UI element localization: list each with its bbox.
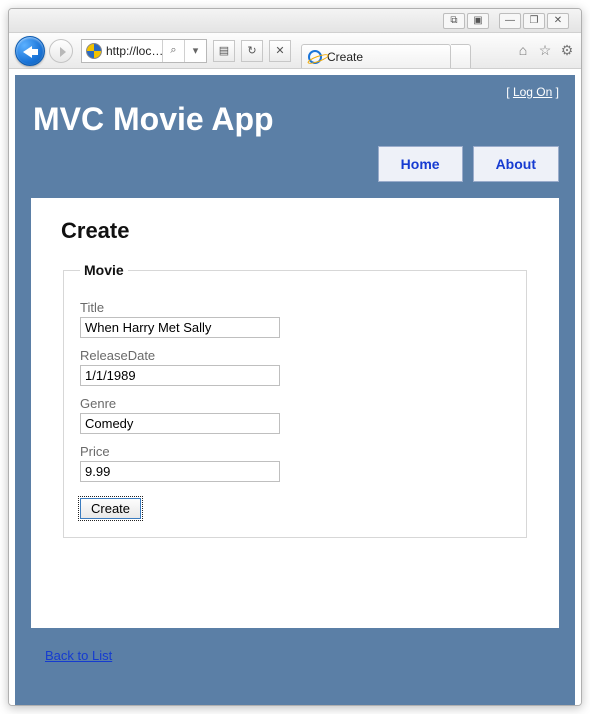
input-genre[interactable] — [80, 413, 280, 434]
address-text[interactable]: http://loc… — [106, 44, 162, 58]
close-window-button[interactable]: ✕ — [547, 13, 569, 29]
browser-window: ⧉ ▣ — ❐ ✕ http://loc… ⌕ ▾ ▤ ↻ ✕ Create — [8, 8, 582, 706]
menu-about[interactable]: About — [473, 146, 559, 182]
label-price: Price — [80, 444, 510, 459]
pin-button[interactable]: ▣ — [467, 13, 489, 29]
label-genre: Genre — [80, 396, 510, 411]
tab-overview-button[interactable]: ⧉ — [443, 13, 465, 29]
address-bar[interactable]: http://loc… ⌕ ▾ — [81, 39, 207, 63]
bracket-close: ] — [556, 85, 559, 99]
refresh-button[interactable]: ↻ — [241, 40, 263, 62]
stop-button[interactable]: ✕ — [269, 40, 291, 62]
address-dropdown[interactable]: ▾ — [184, 40, 206, 62]
content-card: Create Movie Title ReleaseDate Genre Pri… — [31, 198, 559, 628]
browser-toolbar: http://loc… ⌕ ▾ ▤ ↻ ✕ Create ⌂ ☆ ⚙ — [9, 33, 581, 69]
new-tab-button[interactable] — [451, 44, 471, 68]
tools-icon[interactable]: ⚙ — [559, 42, 575, 59]
forward-button[interactable] — [49, 39, 73, 63]
bracket-open: [ — [506, 85, 509, 99]
back-button[interactable] — [15, 36, 45, 66]
client-area: [ Log On ] MVC Movie App Home About Crea… — [9, 69, 581, 705]
label-release-date: ReleaseDate — [80, 348, 510, 363]
logon-row: [ Log On ] — [15, 75, 575, 99]
back-to-list-link[interactable]: Back to List — [45, 648, 112, 663]
create-button[interactable]: Create — [80, 498, 141, 519]
toolbar-icons: ⌂ ☆ ⚙ — [515, 42, 575, 59]
tab-strip: Create — [301, 33, 507, 68]
titlebar: ⧉ ▣ — ❐ ✕ — [9, 9, 581, 33]
label-title: Title — [80, 300, 510, 315]
tab-title: Create — [327, 50, 363, 64]
minimize-button[interactable]: — — [499, 13, 521, 29]
input-price[interactable] — [80, 461, 280, 482]
menu-home[interactable]: Home — [378, 146, 463, 182]
movie-fieldset: Movie Title ReleaseDate Genre Price Crea… — [63, 262, 527, 538]
logon-link[interactable]: Log On — [513, 85, 552, 99]
app-title: MVC Movie App — [15, 99, 575, 146]
ie-icon — [308, 50, 322, 64]
input-title[interactable] — [80, 317, 280, 338]
home-icon[interactable]: ⌂ — [515, 42, 531, 59]
compat-view-button[interactable]: ▤ — [213, 40, 235, 62]
ie-site-icon — [86, 43, 102, 59]
input-release-date[interactable] — [80, 365, 280, 386]
page-body: [ Log On ] MVC Movie App Home About Crea… — [15, 75, 575, 705]
favorites-icon[interactable]: ☆ — [537, 42, 553, 59]
main-menu: Home About — [15, 146, 575, 198]
restore-button[interactable]: ❐ — [523, 13, 545, 29]
tab-create[interactable]: Create — [301, 44, 451, 68]
search-dropdown[interactable]: ⌕ — [162, 40, 184, 62]
page-heading: Create — [61, 218, 529, 244]
fieldset-legend: Movie — [80, 262, 128, 278]
